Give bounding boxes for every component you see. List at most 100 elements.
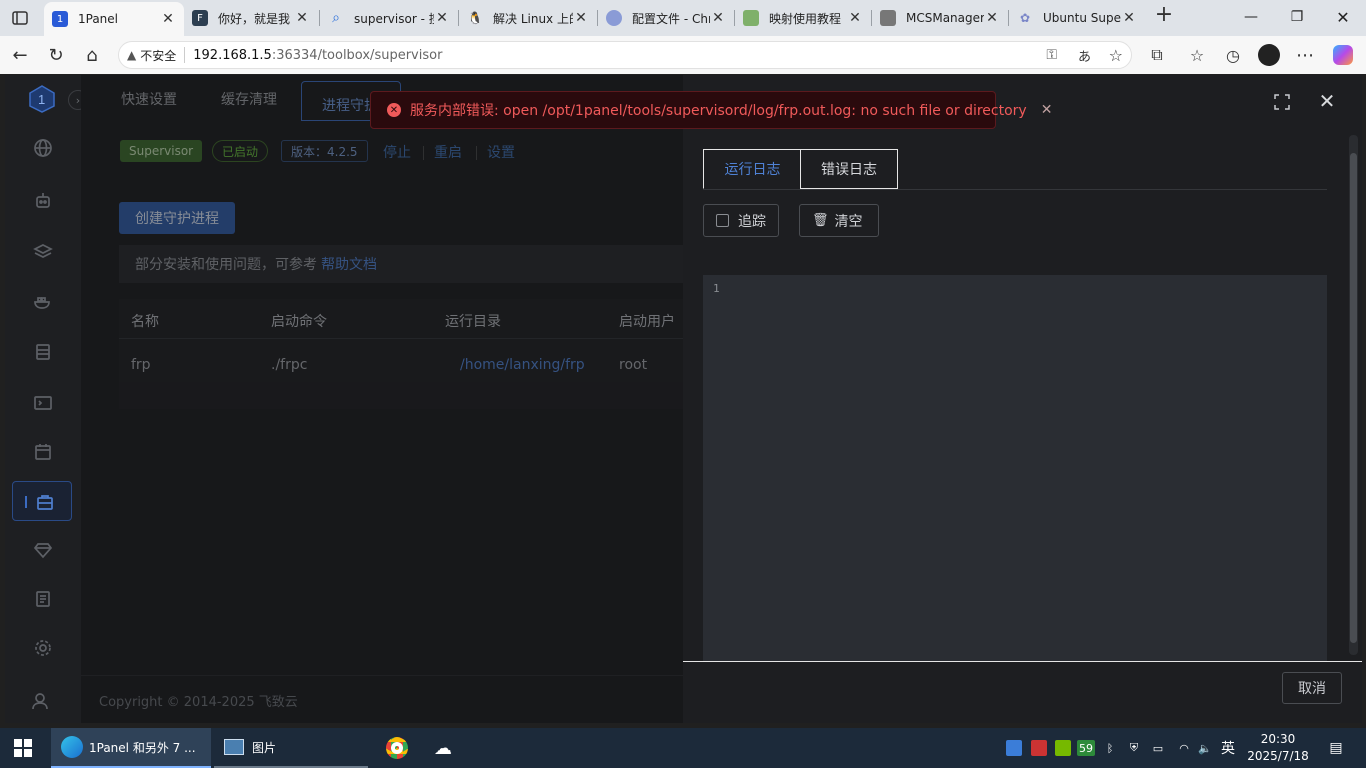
translate-icon[interactable]: あ xyxy=(1078,46,1091,65)
scrollbar[interactable] xyxy=(1349,135,1358,655)
tray-network-app-icon[interactable] xyxy=(1006,740,1022,756)
tab-1panel[interactable]: 1 1Panel ✕ xyxy=(44,2,184,36)
shield-icon[interactable]: ⛨ xyxy=(1126,740,1142,756)
avatar[interactable] xyxy=(1256,42,1282,68)
tab-2[interactable]: F 你好，就是我 ✕ xyxy=(184,4,318,32)
1panel-logo-icon: 1 xyxy=(52,11,68,27)
window-close-button[interactable]: ✕ xyxy=(1320,0,1366,34)
cloud-app-icon: ☁ xyxy=(434,737,452,759)
run-dir-link[interactable]: /home/lanxing/frp xyxy=(460,357,585,373)
tab-5[interactable]: 配置文件 - Chr ✕ xyxy=(598,4,734,32)
user-icon[interactable] xyxy=(24,685,56,717)
tab-run-log[interactable]: 运行日志 xyxy=(703,149,801,189)
copilot-icon[interactable] xyxy=(1330,42,1356,68)
svg-text:1: 1 xyxy=(38,92,45,107)
diamond-icon[interactable] xyxy=(27,534,59,566)
database-icon[interactable] xyxy=(27,336,59,368)
security-label[interactable]: 不安全 xyxy=(140,47,176,64)
tray-nvidia-icon[interactable] xyxy=(1055,740,1071,756)
favorite-star-icon[interactable]: ☆ xyxy=(1109,46,1123,65)
taskbar-photos[interactable]: 图片 xyxy=(214,728,368,768)
tab-7[interactable]: MCSManager ✕ xyxy=(872,4,1008,32)
extensions-icon[interactable]: ⧉ xyxy=(1144,42,1170,68)
address-field[interactable]: ▲ 不安全 192.168.1.5 :36334/toolbox/supervi… xyxy=(118,41,1132,69)
active-indicator xyxy=(25,496,27,508)
log-list-icon[interactable] xyxy=(27,583,59,615)
tab-quick-settings[interactable]: 快速设置 xyxy=(121,89,177,109)
layers-icon[interactable] xyxy=(27,236,59,268)
close-icon[interactable]: ✕ xyxy=(573,10,589,26)
stop-button[interactable]: 停止 xyxy=(383,142,411,162)
tab-3[interactable]: ⌕ supervisor - 搜 ✕ xyxy=(320,4,458,32)
clear-button[interactable]: 🗑 清空 xyxy=(799,204,879,237)
bluetooth-icon[interactable]: ᛒ xyxy=(1102,740,1118,756)
history-icon[interactable]: ◷ xyxy=(1220,42,1246,68)
settings-button[interactable]: 设置 xyxy=(487,142,515,162)
tray-counter-badge[interactable]: 59 xyxy=(1077,740,1095,756)
key-icon[interactable]: ⚿ xyxy=(1046,47,1057,63)
ime-indicator[interactable]: 英 xyxy=(1220,740,1236,757)
tab-8[interactable]: ✿ Ubuntu Super ✕ xyxy=(1009,4,1145,32)
photos-icon xyxy=(224,739,244,755)
clock[interactable]: 20:30 2025/7/18 xyxy=(1246,731,1310,765)
robot-icon[interactable] xyxy=(27,185,59,217)
close-icon[interactable]: ✕ xyxy=(294,10,310,26)
track-checkbox[interactable]: 追踪 xyxy=(703,204,779,237)
back-arrow-icon[interactable]: ← xyxy=(7,42,33,68)
more-menu-icon[interactable]: ⋯ xyxy=(1292,42,1318,68)
favorites-icon[interactable]: ☆ xyxy=(1184,42,1210,68)
create-process-button[interactable]: 创建守护进程 xyxy=(119,202,235,234)
restart-button[interactable]: 重启 xyxy=(434,142,462,162)
chrome-icon xyxy=(386,737,408,759)
cancel-button[interactable]: 取消 xyxy=(1282,672,1342,704)
gear-icon[interactable] xyxy=(27,632,59,664)
tab-actions-icon[interactable] xyxy=(10,8,30,28)
globe-icon[interactable] xyxy=(27,132,59,164)
terminal-icon[interactable] xyxy=(27,387,59,419)
edge-icon xyxy=(61,736,83,758)
tab-6[interactable]: 映射使用教程 ✕ xyxy=(735,4,871,32)
log-editor[interactable]: 1 xyxy=(703,275,1327,661)
1panel-logo-icon[interactable]: 1 xyxy=(29,85,55,113)
docker-icon[interactable] xyxy=(27,286,59,318)
drawer-close-icon[interactable]: ✕ xyxy=(1317,91,1337,111)
product-tag: Supervisor xyxy=(120,140,203,162)
close-icon[interactable]: ✕ xyxy=(1121,10,1137,26)
scrollbar-thumb[interactable] xyxy=(1350,153,1357,643)
tab-4[interactable]: 🐧 解决 Linux 上的 ✕ xyxy=(459,4,597,32)
error-icon: ✕ xyxy=(387,103,401,117)
home-icon[interactable]: ⌂ xyxy=(79,42,105,68)
taskbar-app[interactable]: ☁ xyxy=(434,728,452,768)
start-button[interactable] xyxy=(14,728,32,768)
close-icon[interactable]: ✕ xyxy=(160,11,176,27)
help-doc-link[interactable]: 帮助文档 xyxy=(321,254,377,274)
error-toast: ✕ 服务内部错误: open /opt/1panel/tools/supervi… xyxy=(370,91,1052,129)
volume-icon[interactable]: 🔈 xyxy=(1197,740,1213,756)
toolbox-icon xyxy=(37,495,53,510)
new-tab-button[interactable]: + xyxy=(1152,4,1176,28)
hint-text: 部分安装和使用问题，可参考 xyxy=(135,257,317,273)
taskbar-edge[interactable]: 1Panel 和另外 7 ... xyxy=(51,728,211,768)
reload-icon[interactable]: ↻ xyxy=(43,42,69,68)
tab-error-log[interactable]: 错误日志 xyxy=(800,149,898,189)
tab-cache-clean[interactable]: 缓存清理 xyxy=(221,89,277,109)
close-icon[interactable]: ✕ xyxy=(847,10,863,26)
close-icon[interactable]: ✕ xyxy=(710,10,726,26)
toast-close-icon[interactable]: ✕ xyxy=(1041,102,1053,118)
warning-icon: ▲ xyxy=(127,48,137,62)
wifi-icon[interactable]: ◠ xyxy=(1176,740,1192,756)
close-icon[interactable]: ✕ xyxy=(984,10,1000,26)
calendar-icon[interactable] xyxy=(27,436,59,468)
notification-icon[interactable]: ▤ xyxy=(1326,740,1346,756)
footer-divider xyxy=(683,661,1362,662)
sidebar-item-toolbox[interactable] xyxy=(12,481,72,521)
fullscreen-icon[interactable] xyxy=(1273,93,1291,111)
minimize-button[interactable]: — xyxy=(1228,0,1274,34)
tray-record-icon[interactable] xyxy=(1031,740,1047,756)
battery-icon[interactable]: ▭ xyxy=(1150,740,1166,756)
table-row[interactable]: frp ./frpc /home/lanxing/frp root xyxy=(119,340,683,388)
taskbar: 1Panel 和另外 7 ... 图片 ☁ 59 ᛒ ⛨ ▭ ◠ 🔈 英 20:… xyxy=(0,728,1366,768)
taskbar-chrome[interactable] xyxy=(386,728,408,768)
close-icon[interactable]: ✕ xyxy=(434,10,450,26)
restore-button[interactable]: ❐ xyxy=(1274,0,1320,34)
